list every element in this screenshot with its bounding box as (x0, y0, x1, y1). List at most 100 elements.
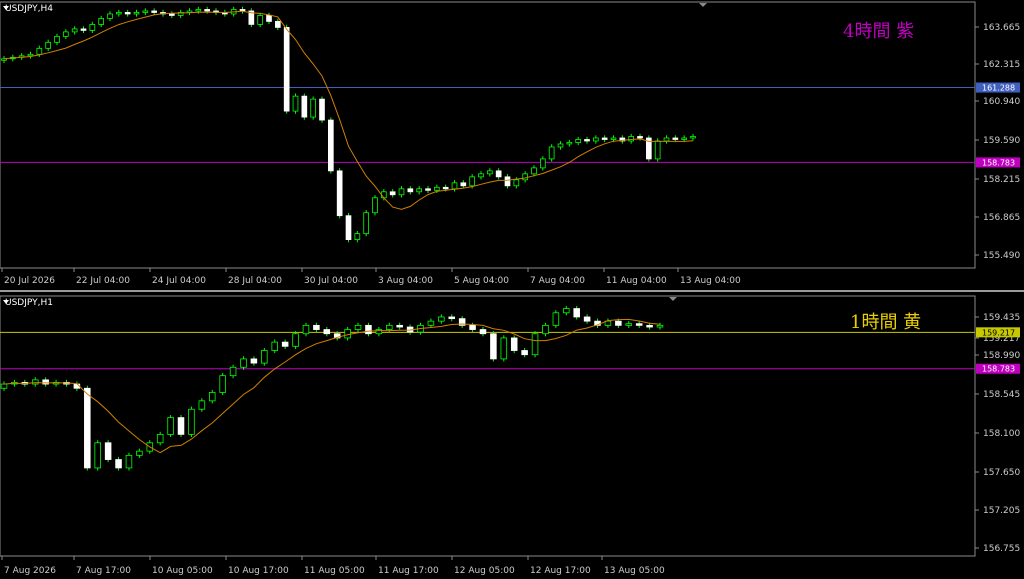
candle-body (583, 316, 591, 322)
candle-body (177, 417, 185, 435)
candle-body (398, 188, 405, 196)
candle-body (365, 324, 372, 335)
candle-body (219, 375, 226, 393)
candle-body (386, 324, 393, 330)
candle-body (208, 392, 216, 402)
candle-body (513, 179, 520, 187)
y-tick-label: 163.665 (983, 23, 1020, 33)
x-tick-label: 13 Aug 05:00 (604, 566, 665, 576)
x-tick-label: 20 Jul 2026 (4, 276, 55, 286)
candle-body (275, 21, 281, 28)
chart-shift-icon[interactable] (699, 3, 707, 7)
candle-body (521, 350, 528, 356)
candle-body (469, 324, 476, 330)
x-tick-label: 10 Aug 05:00 (152, 566, 213, 576)
candle-body (42, 379, 49, 385)
plot-frame (0, 1, 976, 269)
candle-body (504, 176, 511, 187)
candle-body (690, 136, 696, 139)
x-tick-label: 30 Jul 04:00 (304, 276, 358, 286)
candle-body (116, 12, 122, 15)
chart-shift-icon[interactable] (669, 297, 677, 301)
candle-body (557, 143, 564, 148)
candle-body (548, 146, 555, 160)
candle-body (169, 13, 175, 16)
candle-body (434, 186, 440, 191)
candle-body (292, 333, 299, 347)
candle-body (302, 324, 310, 335)
candle-body (328, 119, 334, 172)
h1-chart[interactable]: USDJPY,H1 159.435 159.217 158.990 158.545 158… (0, 292, 1024, 579)
candle-body (522, 173, 528, 181)
y-tick-label: 157.650 (983, 468, 1020, 478)
candle-body (438, 316, 445, 322)
candle-body (124, 12, 131, 15)
candle-body (510, 337, 518, 351)
candle-body (495, 170, 502, 178)
moving-average-line (3, 318, 661, 454)
candle-body (490, 333, 497, 360)
x-tick-label: 28 Jul 04:00 (228, 276, 282, 286)
candle-body (27, 53, 34, 57)
candle-body (36, 47, 43, 55)
x-tick-label: 7 Aug 04:00 (530, 276, 585, 286)
x-tick-label: 11 Aug 04:00 (606, 276, 667, 286)
candle-body (45, 41, 51, 49)
candle-body (345, 215, 352, 241)
candle-body (427, 320, 435, 326)
candle-body (363, 212, 369, 235)
x-tick-label: 11 Aug 17:00 (378, 566, 439, 576)
candle-body (625, 323, 633, 326)
candle-body (336, 170, 343, 217)
candle-body (292, 95, 299, 112)
price-box-label: 158.783 (982, 158, 1015, 167)
candle-body (63, 31, 69, 37)
candle-body (31, 379, 39, 385)
h4-chart-panel[interactable]: USDJPY,H4 163.665 162.315 160.940 159.590 158… (0, 0, 1024, 292)
candle-body (610, 137, 617, 140)
candle-body (283, 27, 290, 112)
candle-body (584, 139, 590, 142)
candle-body (575, 139, 581, 143)
h1-chart-panel[interactable]: USDJPY,H1 159.435 159.217 158.990 158.545 158… (0, 292, 1024, 579)
candle-body (80, 28, 87, 31)
price-box-label: 161.288 (982, 84, 1015, 93)
candle-body (257, 15, 263, 25)
candle-body (0, 383, 8, 389)
y-tick-label: 155.490 (983, 251, 1020, 261)
candle-body (354, 324, 362, 330)
y-tick-label: 158.545 (983, 390, 1020, 400)
candle-body (261, 350, 268, 364)
candle-body (563, 308, 570, 314)
x-tick-label: 10 Aug 17:00 (228, 566, 289, 576)
x-tick-label: 24 Jul 04:00 (152, 276, 206, 286)
y-tick-label: 162.315 (983, 60, 1020, 70)
x-tick-label: 22 Jul 04:00 (76, 276, 130, 286)
candle-body (229, 366, 237, 377)
y-tick-label: 158.990 (983, 351, 1020, 361)
chart-title: USDJPY,H1 (5, 298, 53, 308)
candle-body (195, 9, 202, 12)
candle-body (94, 442, 101, 469)
candle-body (204, 9, 210, 12)
h4-chart[interactable]: USDJPY,H4 163.665 162.315 160.940 159.590 158… (0, 0, 1024, 292)
candle-body (115, 459, 122, 469)
candle-body (552, 312, 560, 326)
candle-body (198, 400, 206, 410)
candle-body (637, 136, 643, 139)
candle-body (416, 188, 422, 193)
candle-body (250, 358, 258, 364)
candle-body (479, 329, 487, 335)
x-tick-label: 12 Aug 17:00 (530, 566, 591, 576)
y-tick-label: 157.205 (983, 506, 1020, 516)
candle-body (136, 450, 143, 456)
candle-body (542, 324, 549, 335)
candle-body (469, 176, 475, 187)
candle-body (442, 186, 449, 190)
candle-body (313, 324, 320, 330)
y-tick-label: 158.215 (983, 175, 1020, 185)
candle-body (281, 341, 289, 347)
candle-body (654, 140, 661, 160)
candle-body (396, 324, 403, 328)
candle-body (133, 12, 140, 15)
